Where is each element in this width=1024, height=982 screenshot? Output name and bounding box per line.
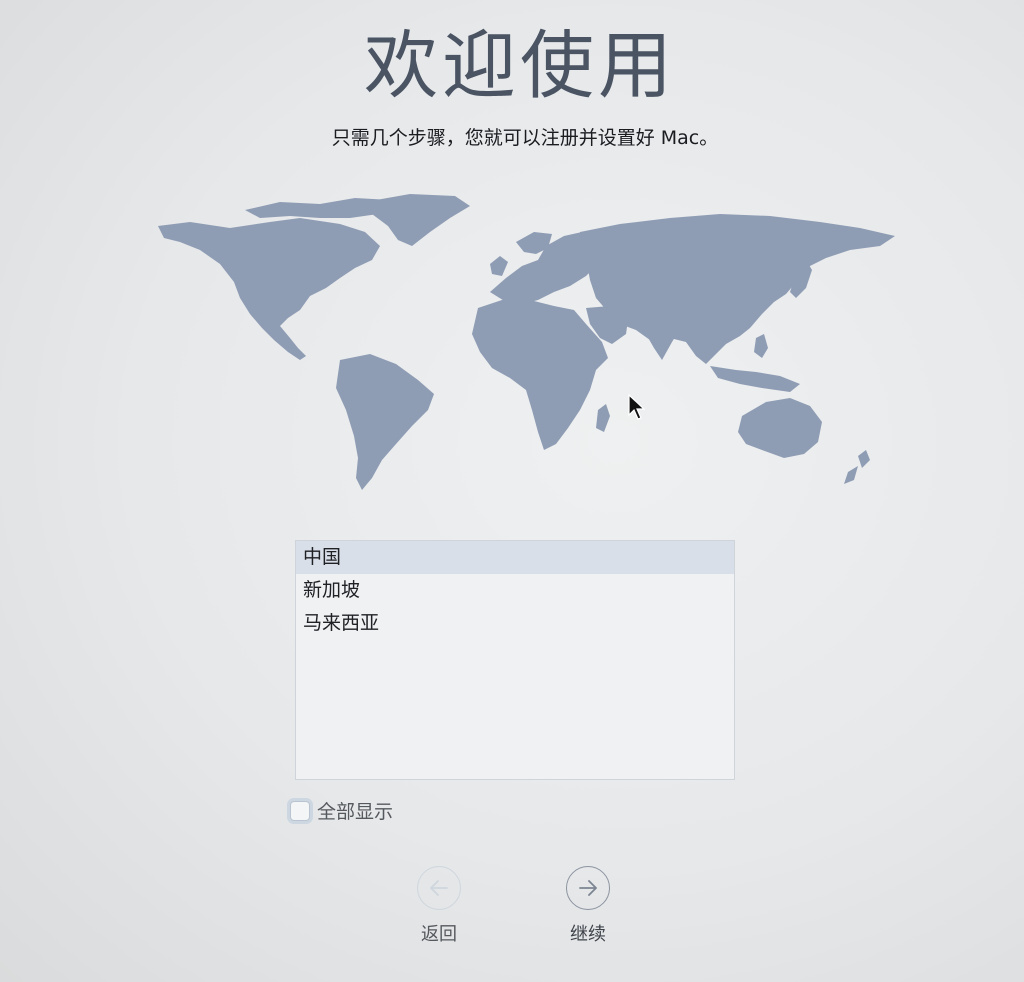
map-greenland (365, 194, 470, 246)
map-africa (472, 300, 608, 450)
mouse-pointer-icon (628, 393, 646, 422)
map-new-zealand (858, 450, 870, 468)
map-philippines (754, 334, 768, 358)
show-all-label: 全部显示 (317, 801, 394, 823)
welcome-subtitle: 只需几个步骤，您就可以注册并设置好 Mac。 (331, 127, 719, 149)
map-madagascar (596, 404, 610, 432)
map-australia (738, 398, 822, 458)
back-label: 返回 (421, 924, 457, 945)
map-north-america (158, 218, 380, 360)
map-south-america (336, 354, 434, 490)
map-new-zealand-south (844, 466, 858, 484)
continue-button[interactable]: 继续 (548, 866, 628, 946)
list-item[interactable]: 新加坡 (296, 574, 734, 607)
map-asia (580, 214, 895, 364)
map-indonesia (710, 366, 800, 392)
show-all-checkbox[interactable] (290, 800, 310, 821)
arrow-right-circle-icon[interactable] (566, 866, 610, 910)
arrow-left-circle-icon[interactable] (417, 866, 461, 910)
back-button[interactable]: 返回 (399, 866, 479, 946)
world-map (150, 188, 910, 498)
welcome-title: 欢迎使用 (364, 23, 676, 109)
map-british-isles (490, 256, 508, 276)
region-list[interactable]: 中国 新加坡 马来西亚 (295, 540, 735, 780)
map-arctic-islands (245, 198, 390, 218)
continue-label: 继续 (570, 924, 606, 945)
list-item[interactable]: 马来西亚 (296, 607, 734, 640)
show-all-option[interactable]: 全部显示 (290, 797, 393, 824)
list-item[interactable]: 中国 (296, 541, 734, 574)
